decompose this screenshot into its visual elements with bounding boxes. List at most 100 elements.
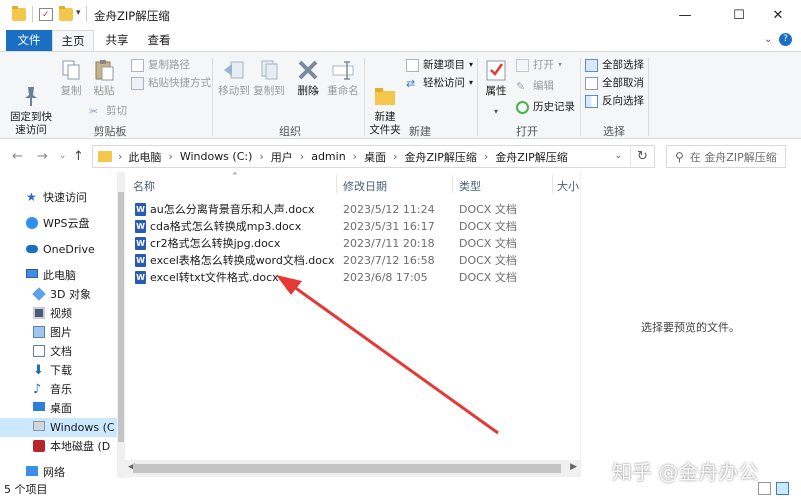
close-button[interactable]: ✕	[755, 0, 801, 30]
table-row[interactable]: W excel表格怎么转换成word文档.docx 2023/7/12 16:5…	[131, 252, 571, 269]
customize-dropdown-icon[interactable]: ▾	[76, 8, 81, 18]
properties-button[interactable]: 属性	[482, 58, 510, 98]
back-arrow-icon[interactable]: ←	[12, 149, 23, 164]
nav-item-3d-objects[interactable]: 3D 对象	[0, 285, 117, 304]
nav-item-this-pc[interactable]: 此电脑	[0, 266, 117, 285]
column-divider[interactable]	[452, 175, 453, 193]
breadcrumb-item[interactable]: 金舟ZIP解压缩	[404, 149, 476, 165]
easy-access-dropdown-icon: ▾	[469, 78, 474, 87]
select-none-button[interactable]: 全部取消	[585, 75, 644, 91]
nav-item-music[interactable]: ♪ 音乐	[0, 380, 117, 399]
copy-icon	[59, 58, 83, 82]
column-header-size[interactable]: 大小	[557, 178, 579, 194]
word-doc-icon: W	[135, 254, 146, 267]
nav-item-local-disk-d[interactable]: 本地磁盘 (D	[0, 437, 117, 456]
search-input[interactable]: ⚲ 在 金舟ZIP解压缩	[666, 145, 786, 168]
nav-scrollbar[interactable]	[117, 172, 125, 478]
cut-button[interactable]: ✂ 剪切	[89, 103, 127, 119]
table-row[interactable]: W excel转txt文件格式.docx 2023/6/8 17:05 DOCX…	[131, 269, 571, 286]
move-to-button[interactable]: 移动到	[217, 58, 251, 98]
breadcrumb-item[interactable]: 桌面	[364, 149, 386, 165]
breadcrumb-item[interactable]: 此电脑	[128, 149, 161, 165]
breadcrumb-chevron-icon[interactable]: ›	[168, 150, 172, 163]
large-icons-view-icon[interactable]	[776, 482, 789, 495]
invert-selection-button[interactable]: 反向选择	[585, 93, 644, 109]
tab-share[interactable]: 共享	[96, 30, 138, 51]
window-title: 金舟ZIP解压缩	[94, 9, 170, 23]
details-view-icon[interactable]	[758, 482, 771, 495]
scroll-right-icon[interactable]: ▶	[570, 462, 577, 472]
horizontal-scroll-thumb[interactable]	[133, 464, 561, 473]
properties-label: 属性	[485, 85, 507, 97]
copy-to-button[interactable]: 复制到	[252, 58, 286, 98]
tab-home[interactable]: 主页	[52, 30, 94, 52]
history-button[interactable]: 历史记录	[516, 99, 575, 115]
nav-scroll-thumb[interactable]	[118, 192, 124, 442]
nav-item-desktop[interactable]: 桌面	[0, 399, 117, 418]
document-icon	[33, 345, 45, 357]
select-all-button[interactable]: 全部选择	[585, 57, 644, 73]
nav-item-onedrive[interactable]: OneDrive	[0, 240, 117, 259]
nav-item-videos[interactable]: 视频	[0, 304, 117, 323]
breadcrumb-chevron-icon[interactable]: ›	[484, 150, 488, 163]
minimize-button[interactable]: —	[662, 0, 708, 30]
forward-arrow-icon[interactable]: →	[37, 149, 48, 164]
nav-item-quick-access[interactable]: ★ 快速访问	[0, 188, 117, 207]
breadcrumb-chevron-icon[interactable]: ›	[259, 150, 263, 163]
tab-file[interactable]: 文件	[6, 30, 52, 51]
copy-path-button[interactable]: 复制路径	[131, 57, 190, 73]
table-row[interactable]: W au怎么分离背景音乐和人声.docx 2023/5/12 11:24 DOC…	[131, 201, 571, 218]
column-header-name[interactable]: 名称	[133, 178, 155, 194]
word-doc-icon: W	[135, 237, 146, 250]
rename-icon	[331, 58, 355, 82]
cut-label: 剪切	[106, 105, 127, 117]
column-divider[interactable]	[336, 175, 337, 193]
copy-button[interactable]: 复制	[57, 58, 85, 98]
table-row[interactable]: W cr2格式怎么转换jpg.docx 2023/7/11 20:18 DOCX…	[131, 235, 571, 252]
properties-dropdown-icon[interactable]: ▾	[494, 107, 498, 116]
help-icon[interactable]: ?	[779, 33, 792, 46]
nav-item-network[interactable]: 网络	[0, 463, 117, 478]
column-header-date[interactable]: 修改日期	[343, 178, 387, 194]
breadcrumb-chevron-icon[interactable]: ›	[393, 150, 397, 163]
horizontal-scrollbar[interactable]: ◀ ▶	[125, 460, 580, 477]
nav-item-label: 网络	[43, 466, 65, 478]
up-arrow-icon[interactable]: ↑	[73, 149, 84, 164]
breadcrumb-chevron-icon[interactable]: ›	[300, 150, 304, 163]
edit-button[interactable]: ✎ 编辑	[516, 78, 554, 94]
breadcrumb-item[interactable]: admin	[311, 150, 345, 163]
collapse-ribbon-icon[interactable]: ⌄	[764, 34, 772, 45]
breadcrumb-item[interactable]: Windows (C:)	[180, 150, 253, 163]
search-icon: ⚲	[675, 149, 684, 164]
breadcrumb-chevron-icon[interactable]: ›	[353, 150, 357, 163]
table-row[interactable]: W cda格式怎么转换成mp3.docx 2023/5/31 16:17 DOC…	[131, 218, 571, 235]
download-arrow-icon: ⬇	[33, 363, 44, 378]
easy-access-button[interactable]: ⇄ 轻松访问 ▾	[406, 75, 473, 91]
breadcrumb-item[interactable]: 用户	[271, 149, 293, 165]
rename-button[interactable]: 重命名	[326, 58, 360, 98]
nav-item-downloads[interactable]: ⬇ 下载	[0, 361, 117, 380]
nav-item-windows-c[interactable]: Windows (C	[0, 418, 117, 437]
nav-item-documents[interactable]: 文档	[0, 342, 117, 361]
pin-quick-access-button[interactable]: 固定到快 速访问	[6, 58, 56, 137]
address-bar[interactable]: › 此电脑 › Windows (C:) › 用户 › admin › 桌面 ›…	[92, 145, 655, 168]
address-dropdown-icon[interactable]: ⌄	[614, 151, 622, 161]
copy-to-icon	[257, 58, 281, 82]
delete-dropdown-icon[interactable]: ▾	[315, 88, 319, 97]
word-doc-icon: W	[135, 271, 146, 284]
nav-item-wps-cloud[interactable]: WPS云盘	[0, 214, 117, 233]
refresh-icon[interactable]: ↻	[630, 146, 654, 167]
new-folder-icon[interactable]	[59, 6, 73, 21]
new-item-button[interactable]: 新建项目 ▾	[406, 57, 473, 73]
open-button[interactable]: 打开 ▾	[516, 57, 562, 73]
paste-button[interactable]: 粘贴	[90, 58, 118, 98]
copy-path-icon	[131, 58, 144, 72]
column-divider[interactable]	[552, 175, 553, 193]
column-header-type[interactable]: 类型	[459, 178, 481, 194]
nav-item-pictures[interactable]: 图片	[0, 323, 117, 342]
properties-check-icon[interactable]: ✓	[39, 8, 53, 21]
breadcrumb-item[interactable]: 金舟ZIP解压缩	[495, 149, 567, 165]
recent-dropdown-icon[interactable]: ⌄	[59, 151, 67, 161]
tab-view[interactable]: 查看	[138, 30, 180, 51]
paste-shortcut-button[interactable]: 粘贴快捷方式	[131, 75, 211, 91]
